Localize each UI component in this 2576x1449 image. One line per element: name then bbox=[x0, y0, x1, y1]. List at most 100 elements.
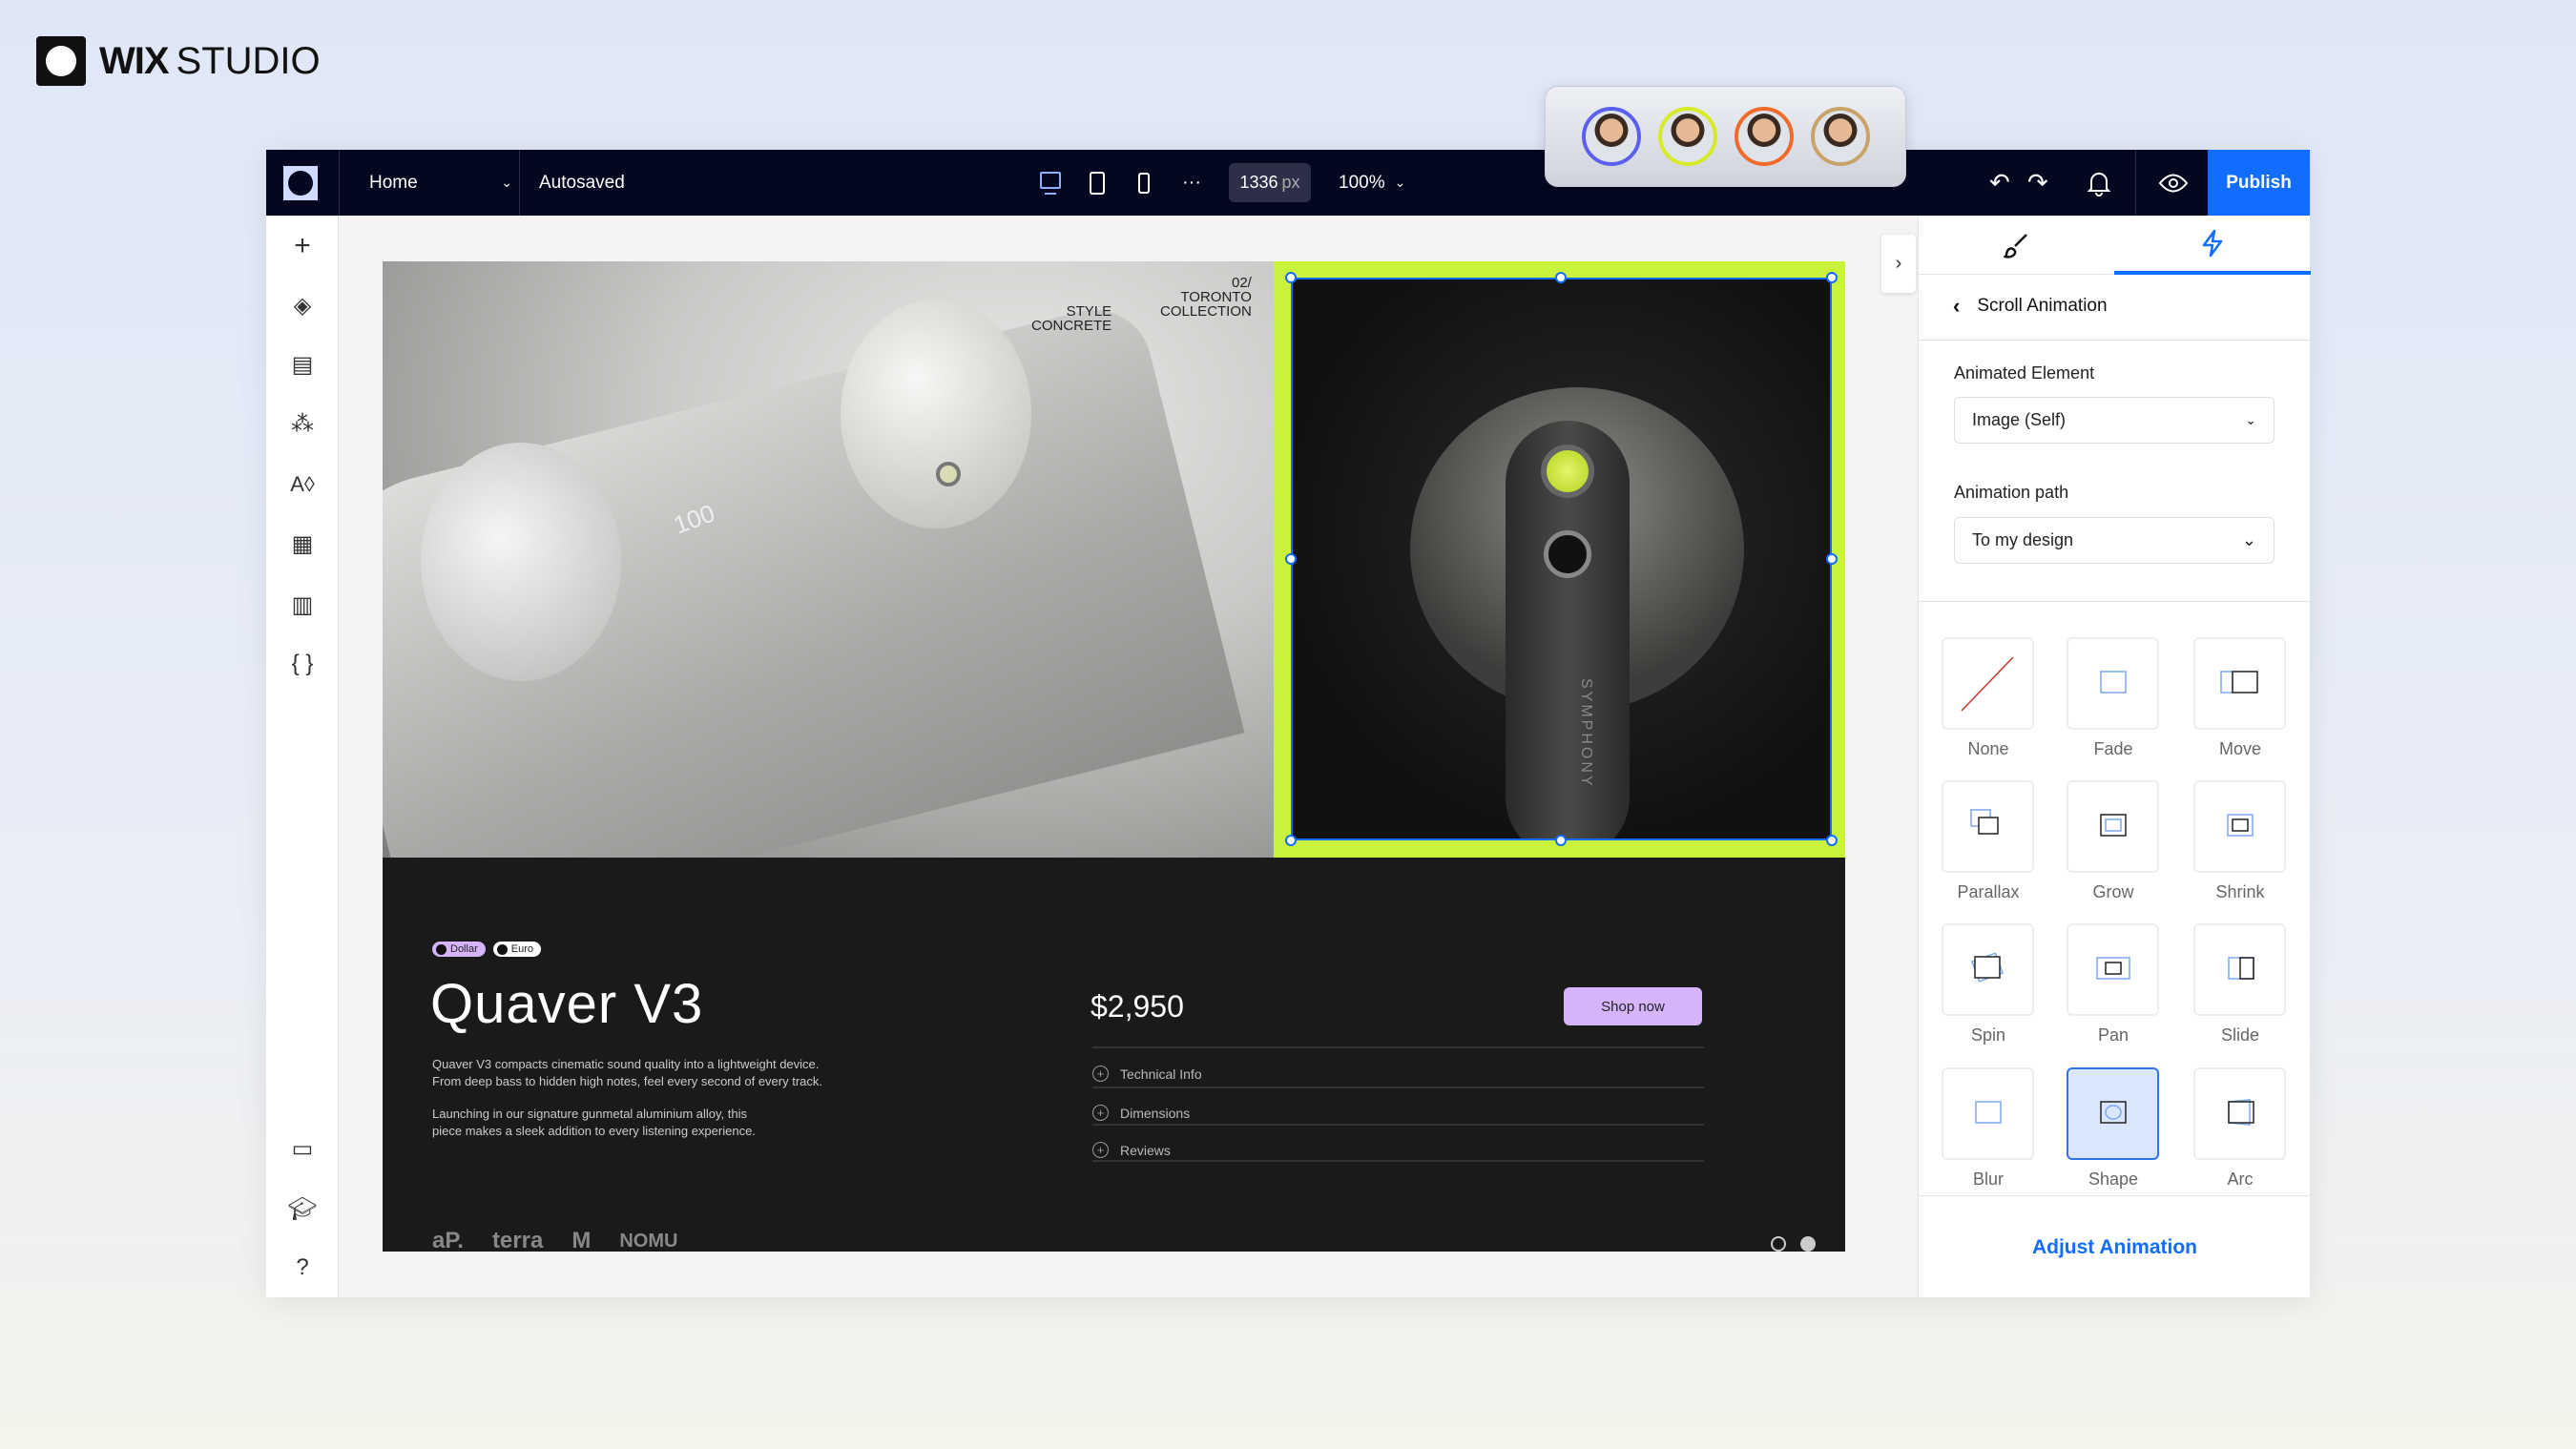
publish-button[interactable]: Publish bbox=[2208, 150, 2310, 216]
divider bbox=[1919, 340, 2311, 341]
wix-logo-icon bbox=[283, 165, 318, 200]
tablet-icon bbox=[1090, 171, 1105, 195]
top-bar: Home ⌄ Autosaved ··· 1336 px 100% ⌄ ↶ ↷ Pub… bbox=[266, 150, 2310, 216]
shrink-animation-icon bbox=[2226, 813, 2254, 837]
resize-handle[interactable] bbox=[1285, 272, 1297, 283]
move-animation-icon bbox=[2219, 670, 2258, 693]
notifications-button[interactable] bbox=[2087, 150, 2111, 216]
animation-option-shape[interactable] bbox=[2067, 1067, 2159, 1160]
editor-window: Home ⌄ Autosaved ··· 1336 px 100% ⌄ ↶ ↷ Pub… bbox=[266, 150, 2311, 1297]
shop-now-button[interactable]: Shop now bbox=[1564, 987, 1702, 1025]
undo-icon[interactable]: ↶ bbox=[1989, 150, 2010, 216]
resize-handle[interactable] bbox=[1826, 272, 1838, 283]
help-icon[interactable]: ? bbox=[283, 1249, 322, 1287]
animation-option-spin[interactable] bbox=[1942, 923, 2034, 1016]
wix-logo-mark-icon bbox=[36, 36, 86, 86]
back-to-animations[interactable]: ‹ Scroll Animation bbox=[1953, 294, 2108, 319]
animation-option-arc[interactable] bbox=[2193, 1067, 2286, 1160]
logo-m: M bbox=[571, 1228, 592, 1252]
redo-icon[interactable]: ↷ bbox=[2027, 150, 2048, 216]
adjust-animation-link[interactable]: Adjust Animation bbox=[1919, 1236, 2311, 1259]
collaborator-avatar[interactable] bbox=[1810, 107, 1870, 166]
layers-icon[interactable]: ◈ bbox=[283, 286, 322, 324]
canvas-width-input[interactable]: 1336 px bbox=[1229, 163, 1311, 202]
inspector-panel: ‹ Scroll Animation Animated Element Image… bbox=[1918, 216, 2311, 1297]
site-menu-button[interactable] bbox=[283, 150, 318, 216]
canvas-page: 100 STYLE CONCRETE 02/TORONTO COLLECTION S… bbox=[383, 261, 1845, 1252]
apps-icon[interactable]: ▦ bbox=[283, 525, 322, 563]
animation-option-label: Slide bbox=[2220, 1025, 2260, 1045]
academy-icon[interactable]: 🎓︎ bbox=[283, 1190, 322, 1228]
lightning-icon bbox=[2202, 229, 2223, 258]
pages-icon[interactable]: ▤ bbox=[283, 345, 322, 383]
slide-dot[interactable] bbox=[1771, 1236, 1786, 1252]
resize-handle[interactable] bbox=[1555, 272, 1567, 283]
parallax-animation-icon bbox=[1969, 808, 1999, 835]
resize-handle[interactable] bbox=[1826, 553, 1838, 565]
selection-frame bbox=[1291, 278, 1832, 840]
currency-euro[interactable]: Euro bbox=[492, 942, 541, 957]
earbuds-case-image[interactable]: 100 STYLE CONCRETE 02/TORONTO COLLECTION bbox=[383, 261, 1274, 858]
accordion-dimensions[interactable]: + Dimensions bbox=[1092, 1105, 1190, 1121]
animation-option-slide[interactable] bbox=[2193, 923, 2286, 1016]
cms-table-icon[interactable]: ▥ bbox=[283, 586, 322, 624]
animation-option-blur[interactable] bbox=[1942, 1067, 2034, 1160]
resize-handle[interactable] bbox=[1285, 835, 1297, 846]
arc-animation-icon bbox=[2227, 1098, 2254, 1126]
wix-studio-logo: WIX STUDIO bbox=[36, 36, 321, 86]
bell-icon bbox=[2087, 172, 2111, 197]
currency-dollar[interactable]: Dollar bbox=[432, 942, 486, 957]
resize-handle[interactable] bbox=[1826, 835, 1838, 846]
spin-animation-icon bbox=[1970, 951, 2004, 983]
animation-path-dropdown[interactable]: To my design ⌄ bbox=[1954, 517, 2275, 564]
comments-icon[interactable]: ▭ bbox=[283, 1129, 322, 1168]
desktop-view-button[interactable] bbox=[1039, 150, 1062, 216]
animation-option-parallax[interactable] bbox=[1942, 780, 2034, 873]
paintbrush-icon bbox=[2003, 233, 2027, 259]
mobile-view-button[interactable] bbox=[1137, 150, 1151, 216]
accordion-technical-info[interactable]: + Technical Info bbox=[1092, 1066, 1202, 1082]
animation-option-none[interactable] bbox=[1942, 637, 2034, 730]
product-description: Quaver V3 compacts cinematic sound quali… bbox=[432, 1057, 823, 1138]
partner-logos: aP. terra M NOMU bbox=[432, 1228, 677, 1252]
animation-option-fade[interactable] bbox=[2067, 637, 2159, 730]
animation-option-grow[interactable] bbox=[2067, 780, 2159, 873]
accordion-reviews[interactable]: + Reviews bbox=[1092, 1142, 1171, 1158]
logo-studio: STUDIO bbox=[176, 39, 321, 82]
resize-handle[interactable] bbox=[1285, 553, 1297, 565]
collapse-panel-chevron-icon[interactable]: › bbox=[1881, 235, 1916, 293]
tab-design[interactable] bbox=[1919, 216, 2114, 275]
animation-option-label: Arc bbox=[2227, 1170, 2254, 1189]
divider bbox=[1092, 1046, 1704, 1048]
collaborators-bar bbox=[1545, 86, 1906, 187]
product-title: Quaver V3 bbox=[430, 973, 704, 1035]
slide-dot-active[interactable] bbox=[1800, 1236, 1816, 1252]
eye-icon bbox=[2158, 174, 2189, 192]
animation-option-label: Parallax bbox=[1957, 882, 2020, 901]
animation-option-pan[interactable] bbox=[2067, 923, 2159, 1016]
tablet-view-button[interactable] bbox=[1089, 150, 1106, 216]
animation-option-label: Move bbox=[2218, 739, 2261, 758]
desktop-icon bbox=[1040, 171, 1061, 195]
animation-option-move[interactable] bbox=[2193, 637, 2286, 730]
resize-handle[interactable] bbox=[1555, 835, 1567, 846]
add-elements-icon[interactable]: + bbox=[283, 227, 322, 265]
canvas-width-value: 1336 bbox=[1239, 173, 1278, 192]
code-icon[interactable]: { } bbox=[283, 645, 322, 683]
divider bbox=[1919, 1195, 2311, 1196]
tab-animations[interactable] bbox=[2114, 216, 2311, 275]
page-selector[interactable]: Home ⌄ bbox=[369, 150, 512, 216]
chevron-down-icon: ⌄ bbox=[501, 175, 512, 190]
components-icon[interactable]: ⁂ bbox=[283, 404, 322, 443]
animation-path-label: Animation path bbox=[1954, 483, 2069, 502]
zoom-value: 100% bbox=[1339, 172, 1385, 193]
animated-element-dropdown[interactable]: Image (Self) ⌄ bbox=[1954, 397, 2275, 444]
preview-button[interactable] bbox=[2158, 150, 2189, 216]
collaborator-avatar[interactable] bbox=[1734, 107, 1794, 166]
more-options-icon[interactable]: ··· bbox=[1182, 150, 1201, 216]
zoom-selector[interactable]: 100% ⌄ bbox=[1339, 150, 1405, 216]
animation-option-shrink[interactable] bbox=[2193, 780, 2286, 873]
collaborator-avatar[interactable] bbox=[1657, 107, 1717, 166]
typography-icon[interactable]: A◊ bbox=[283, 466, 322, 504]
collaborator-avatar[interactable] bbox=[1581, 107, 1641, 166]
